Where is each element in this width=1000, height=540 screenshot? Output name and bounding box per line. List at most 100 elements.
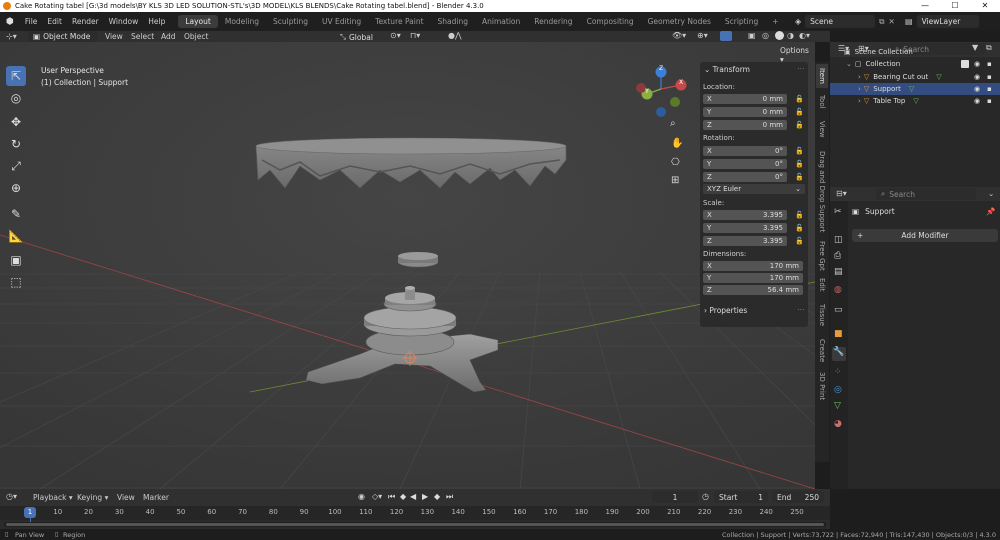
rotation-x-field[interactable]: X 0° 🔓 xyxy=(703,146,805,156)
current-frame-field[interactable]: 1 xyxy=(652,491,698,503)
menu-timeline-view[interactable]: View xyxy=(112,493,140,502)
timeline-scrollbar-thumb[interactable] xyxy=(6,523,824,526)
add-workspace-button[interactable]: + xyxy=(765,15,785,28)
rotation-mode-dropdown[interactable]: XYZ Euler ⌄ xyxy=(703,184,805,194)
add-cube-tool-icon[interactable]: ▣ xyxy=(6,250,26,270)
collection-tab-icon[interactable]: ▭ xyxy=(834,305,843,315)
side-tab-drag-and-drop-support[interactable]: Drag and Drop Support xyxy=(816,146,828,238)
cursor-tool-icon[interactable]: ◎ xyxy=(6,88,26,108)
panel-drag-handle-icon[interactable]: ⋯ xyxy=(797,64,805,73)
camera-view-icon[interactable]: ⎔ xyxy=(671,157,680,168)
rendered-shading-icon[interactable]: ◐▾ xyxy=(799,31,810,40)
properties-search-input[interactable]: ⌕ Search xyxy=(876,188,976,200)
3d-viewport[interactable]: Z X Y User Perspective (1) Collection | … xyxy=(0,42,815,489)
gizmo-toggle-icon[interactable]: ⊕▾ xyxy=(697,31,708,40)
chevron-down-icon[interactable]: ⌄ xyxy=(988,189,994,198)
eye-icon[interactable]: ◉ xyxy=(974,97,980,105)
location-y-field[interactable]: Y 0 mm 🔓 xyxy=(703,107,805,117)
minimize-button[interactable]: — xyxy=(910,0,940,12)
lock-icon[interactable]: 🔓 xyxy=(795,95,804,103)
clock-icon[interactable]: ◷ xyxy=(702,492,709,501)
workspace-tab-scripting[interactable]: Scripting xyxy=(718,15,765,28)
expand-arrow-icon[interactable]: › xyxy=(858,97,861,105)
rotation-y-field[interactable]: Y 0° 🔓 xyxy=(703,159,805,169)
editor-type-icon[interactable]: ⊹▾ xyxy=(6,32,17,41)
timeline-scrollbar[interactable] xyxy=(4,522,826,527)
menu-playback[interactable]: Playback ▾ xyxy=(28,493,78,502)
lock-icon[interactable]: 🔓 xyxy=(795,211,804,219)
select-box-tool-icon[interactable]: ⇱ xyxy=(6,66,26,86)
play-reverse-icon[interactable]: ◀ xyxy=(410,492,416,501)
tool-tab-icon[interactable]: ✂ xyxy=(834,207,842,217)
viewport-scene[interactable] xyxy=(0,42,815,489)
data-tab-icon[interactable]: ▽ xyxy=(834,401,841,411)
outliner-row-collection[interactable]: ⌄ ▢ Collection ◉ ▪ xyxy=(830,58,1000,70)
scale-y-field[interactable]: Y 3.395 🔓 xyxy=(703,223,805,233)
xray-icon[interactable]: ▣ xyxy=(748,31,756,40)
menu-help[interactable]: Help xyxy=(143,17,170,26)
location-z-field[interactable]: Z 0 mm 🔓 xyxy=(703,120,805,130)
menu-keying[interactable]: Keying ▾ xyxy=(72,493,113,502)
delete-scene-icon[interactable]: ✕ xyxy=(889,17,895,26)
scene-tab-icon[interactable]: ◍ xyxy=(834,285,842,295)
side-tab-tool[interactable]: Tool xyxy=(816,91,828,113)
transform-orientation-dropdown[interactable]: ⤡ Global xyxy=(340,32,373,42)
side-tab-tissue[interactable]: Tissue xyxy=(816,298,828,332)
lock-icon[interactable]: 🔓 xyxy=(795,147,804,155)
jump-end-icon[interactable]: ⏭ xyxy=(446,492,453,502)
outliner-row-bearing-cut-out[interactable]: › ▽ Bearing Cut out ▽ ◉ ▪ xyxy=(830,71,1000,83)
view-layer-tab-icon[interactable]: ▤ xyxy=(834,267,843,277)
workspace-tab-uv-editing[interactable]: UV Editing xyxy=(315,15,368,28)
dimensions-x-field[interactable]: X 170 mm xyxy=(703,261,805,271)
side-tab-free-gpt[interactable]: Free Gpt xyxy=(816,238,828,274)
location-x-field[interactable]: X 0 mm 🔓 xyxy=(703,94,805,104)
properties-editor-type-icon[interactable]: ⊟▾ xyxy=(836,189,847,198)
proportional-edit-icon[interactable]: ●⋀ xyxy=(448,31,462,40)
lock-icon[interactable]: 🔓 xyxy=(795,173,804,181)
lock-icon[interactable]: 🔓 xyxy=(795,160,804,168)
workspace-tab-shading[interactable]: Shading xyxy=(431,15,475,28)
side-tab-3d-print[interactable]: 3D Print xyxy=(816,370,828,402)
eye-icon[interactable]: ◉ xyxy=(974,85,980,93)
rotation-z-field[interactable]: Z 0° 🔓 xyxy=(703,172,805,182)
dimensions-z-field[interactable]: Z 56.4 mm xyxy=(703,285,805,295)
workspace-tab-animation[interactable]: Animation xyxy=(475,15,527,28)
workspace-tab-modeling[interactable]: Modeling xyxy=(218,15,266,28)
transform-panel-header[interactable]: ⌄ Transform xyxy=(704,65,750,74)
menu-view[interactable]: View xyxy=(100,32,128,41)
camera-icon[interactable]: ▪ xyxy=(987,85,992,93)
camera-icon[interactable]: ▪ xyxy=(987,97,992,105)
scale-x-field[interactable]: X 3.395 🔓 xyxy=(703,210,805,220)
camera-icon[interactable]: ▪ xyxy=(987,60,992,68)
menu-add[interactable]: Add xyxy=(156,32,181,41)
pan-hand-icon[interactable]: ✋ xyxy=(671,138,683,149)
lock-icon[interactable]: 🔓 xyxy=(795,121,804,129)
snap-icon[interactable]: ⊓▾ xyxy=(410,31,420,40)
output-tab-icon[interactable]: ⎙ xyxy=(834,251,841,261)
modifier-tab-wrench-icon[interactable]: 🔧 xyxy=(832,347,846,361)
solid-shading-icon[interactable] xyxy=(775,31,784,40)
add-cube-alt-tool-icon[interactable]: ⬚ xyxy=(6,272,26,292)
object-tab-icon[interactable]: ■ xyxy=(834,329,843,339)
properties-panel-header[interactable]: › Properties xyxy=(704,306,747,315)
side-tab-view[interactable]: View xyxy=(816,117,828,141)
workspace-tab-texture-paint[interactable]: Texture Paint xyxy=(368,15,430,28)
render-tab-icon[interactable]: ◫ xyxy=(834,235,843,245)
physics-tab-icon[interactable]: ◎ xyxy=(834,385,842,395)
expand-arrow-icon[interactable]: ⌄ xyxy=(846,60,852,68)
maximize-button[interactable]: ☐ xyxy=(940,0,970,12)
scale-tool-icon[interactable]: ⤢ xyxy=(6,156,26,176)
outliner-row-support[interactable]: › ▽ Support ▽ ◉ ▪ xyxy=(830,83,1000,95)
panel-drag-handle-icon[interactable]: ⋯ xyxy=(797,305,805,314)
eye-icon[interactable]: ◉ xyxy=(974,60,980,68)
wireframe-shading-icon[interactable]: ◎ xyxy=(762,31,769,40)
exclude-checkbox[interactable] xyxy=(961,60,969,68)
transform-tool-icon[interactable]: ⊕ xyxy=(6,178,26,198)
eye-icon[interactable]: ◉ xyxy=(974,73,980,81)
expand-arrow-icon[interactable]: › xyxy=(858,73,861,81)
dimensions-y-field[interactable]: Y 170 mm xyxy=(703,273,805,283)
measure-tool-icon[interactable]: 📐 xyxy=(6,226,26,246)
start-frame-field[interactable]: Start 1 xyxy=(714,491,768,503)
rotate-tool-icon[interactable]: ↻ xyxy=(6,134,26,154)
outliner-row-table-top[interactable]: › ▽ Table Top ▽ ◉ ▪ xyxy=(830,95,1000,107)
